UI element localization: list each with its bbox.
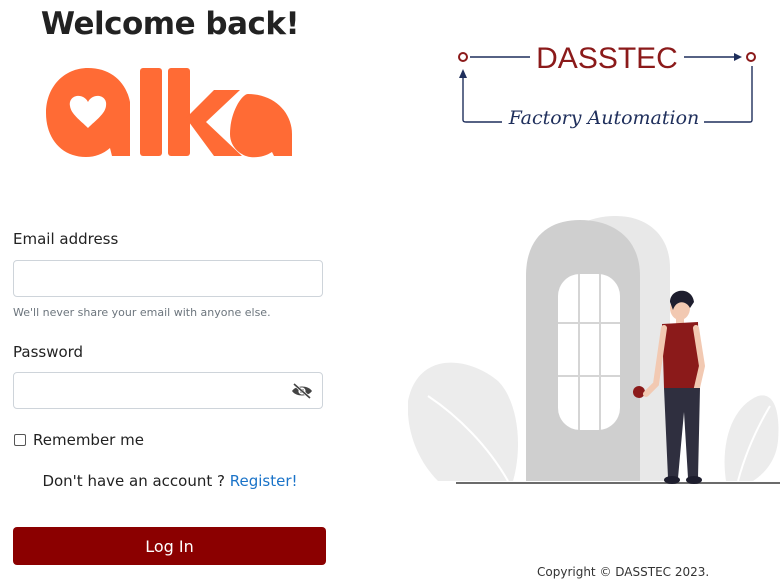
eye-slash-icon[interactable] xyxy=(291,382,313,400)
register-line: Don't have an account ? Register! xyxy=(0,472,340,490)
register-link[interactable]: Register! xyxy=(230,472,298,490)
email-field[interactable] xyxy=(13,260,323,297)
doorway-illustration xyxy=(408,216,780,484)
remember-checkbox[interactable] xyxy=(14,434,26,446)
login-button[interactable]: Log In xyxy=(13,527,326,565)
email-hint: We'll never share your email with anyone… xyxy=(13,306,271,319)
remember-label: Remember me xyxy=(33,431,144,449)
leaf-right xyxy=(724,395,779,481)
leaf-left xyxy=(408,362,518,481)
arch-window xyxy=(558,274,620,430)
dasstec-tagline: Factory Automation xyxy=(508,107,700,129)
dasstec-name: DASSTEC xyxy=(536,42,678,75)
page-title: Welcome back! xyxy=(40,6,300,42)
register-prompt: Don't have an account ? xyxy=(42,472,225,490)
password-field[interactable] xyxy=(13,372,323,409)
dasstec-logo: DASSTEC Factory Automation xyxy=(458,42,756,129)
password-label: Password xyxy=(13,343,84,361)
email-label: Email address xyxy=(13,230,119,248)
alka-logo xyxy=(46,68,292,158)
remember-me[interactable]: Remember me xyxy=(13,431,144,449)
